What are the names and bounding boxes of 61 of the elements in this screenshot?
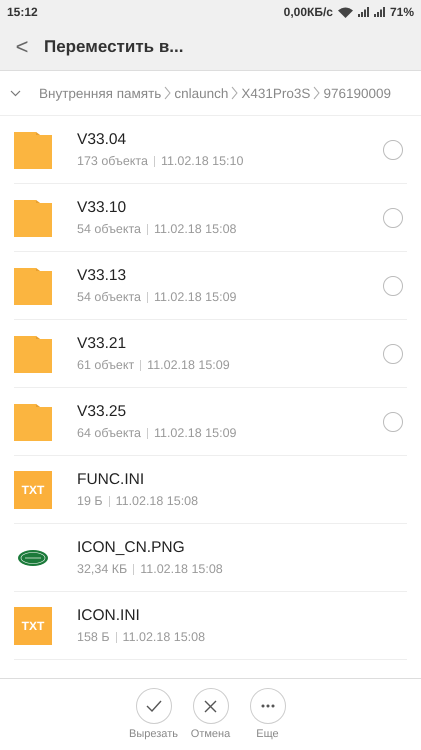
- folder-icon: [14, 266, 52, 304]
- more-button[interactable]: [250, 688, 286, 724]
- radio-button[interactable]: [383, 412, 403, 432]
- signal-icon: [374, 7, 385, 17]
- text-file-icon: TXT: [14, 606, 52, 644]
- file-date: 11.02.18 15:09: [154, 290, 236, 304]
- file-date: 11.02.18 15:08: [122, 630, 206, 644]
- check-icon: [146, 700, 162, 712]
- status-time: 15:12: [7, 5, 38, 19]
- check-button[interactable]: [136, 688, 172, 724]
- file-date: 11.02.18 15:10: [160, 154, 244, 168]
- file-date: 11.02.18 15:09: [147, 358, 230, 372]
- file-name: V33.13: [77, 267, 128, 285]
- file-name: ICON_CN.PNG: [77, 539, 186, 557]
- radio-button[interactable]: [383, 276, 403, 296]
- file-size: 61 объект: [77, 358, 134, 372]
- battery-level: 71%: [390, 5, 414, 19]
- file-size: 54 объекта: [77, 290, 141, 304]
- folder-icon: [14, 130, 52, 168]
- back-button[interactable]: <: [14, 34, 30, 60]
- screen-title: Переместить в...: [44, 37, 184, 57]
- file-date: 11.02.18 15:08: [140, 562, 223, 576]
- close-button[interactable]: [192, 688, 228, 724]
- file-date: 11.02.18 15:08: [116, 494, 198, 508]
- file-name: ICON.INI: [77, 607, 141, 625]
- action-label: Отмена: [190, 728, 230, 740]
- file-size: 32,34 КБ: [77, 562, 128, 576]
- more-icon: [260, 704, 274, 708]
- file-size: 158 Б: [77, 630, 110, 644]
- action-label: Вырезать: [129, 728, 178, 740]
- file-size: 54 объекта: [77, 222, 141, 236]
- wifi-icon: [338, 6, 353, 18]
- file-size: 64 объекта: [77, 426, 141, 440]
- chevron-right-icon: [164, 86, 172, 100]
- file-name: V33.10: [77, 199, 128, 217]
- folder-icon: [14, 334, 52, 372]
- file-name: V33.04: [77, 131, 128, 149]
- file-name: V33.21: [77, 335, 128, 353]
- breadcrumb-item[interactable]: Внутренняя память: [39, 86, 162, 100]
- radio-button[interactable]: [383, 344, 403, 364]
- file-name: V33.25: [77, 403, 128, 421]
- chevron-down-icon[interactable]: [10, 90, 21, 96]
- file-date: 11.02.18 15:09: [154, 426, 236, 440]
- action-label: Еще: [256, 728, 279, 740]
- radio-button[interactable]: [383, 140, 403, 160]
- breadcrumb-item[interactable]: cnlaunch: [174, 86, 228, 100]
- breadcrumb-item[interactable]: 976190009: [323, 86, 392, 100]
- close-icon: [204, 700, 217, 712]
- file-name: FUNC.INI: [77, 471, 146, 489]
- chevron-right-icon: [313, 86, 320, 100]
- signal-icon: [358, 7, 369, 17]
- chevron-right-icon: [231, 86, 238, 100]
- network-speed: 0,00КБ/с: [284, 5, 333, 19]
- breadcrumb-item[interactable]: X431Pro3S: [241, 86, 310, 100]
- file-size: 19 Б: [77, 494, 103, 508]
- file-size: 173 объекта: [77, 154, 148, 168]
- radio-button[interactable]: [383, 208, 403, 228]
- text-file-icon: TXT: [14, 470, 52, 508]
- folder-icon: [14, 402, 52, 440]
- file-date: 11.02.18 15:08: [154, 222, 236, 236]
- folder-icon: [14, 198, 52, 236]
